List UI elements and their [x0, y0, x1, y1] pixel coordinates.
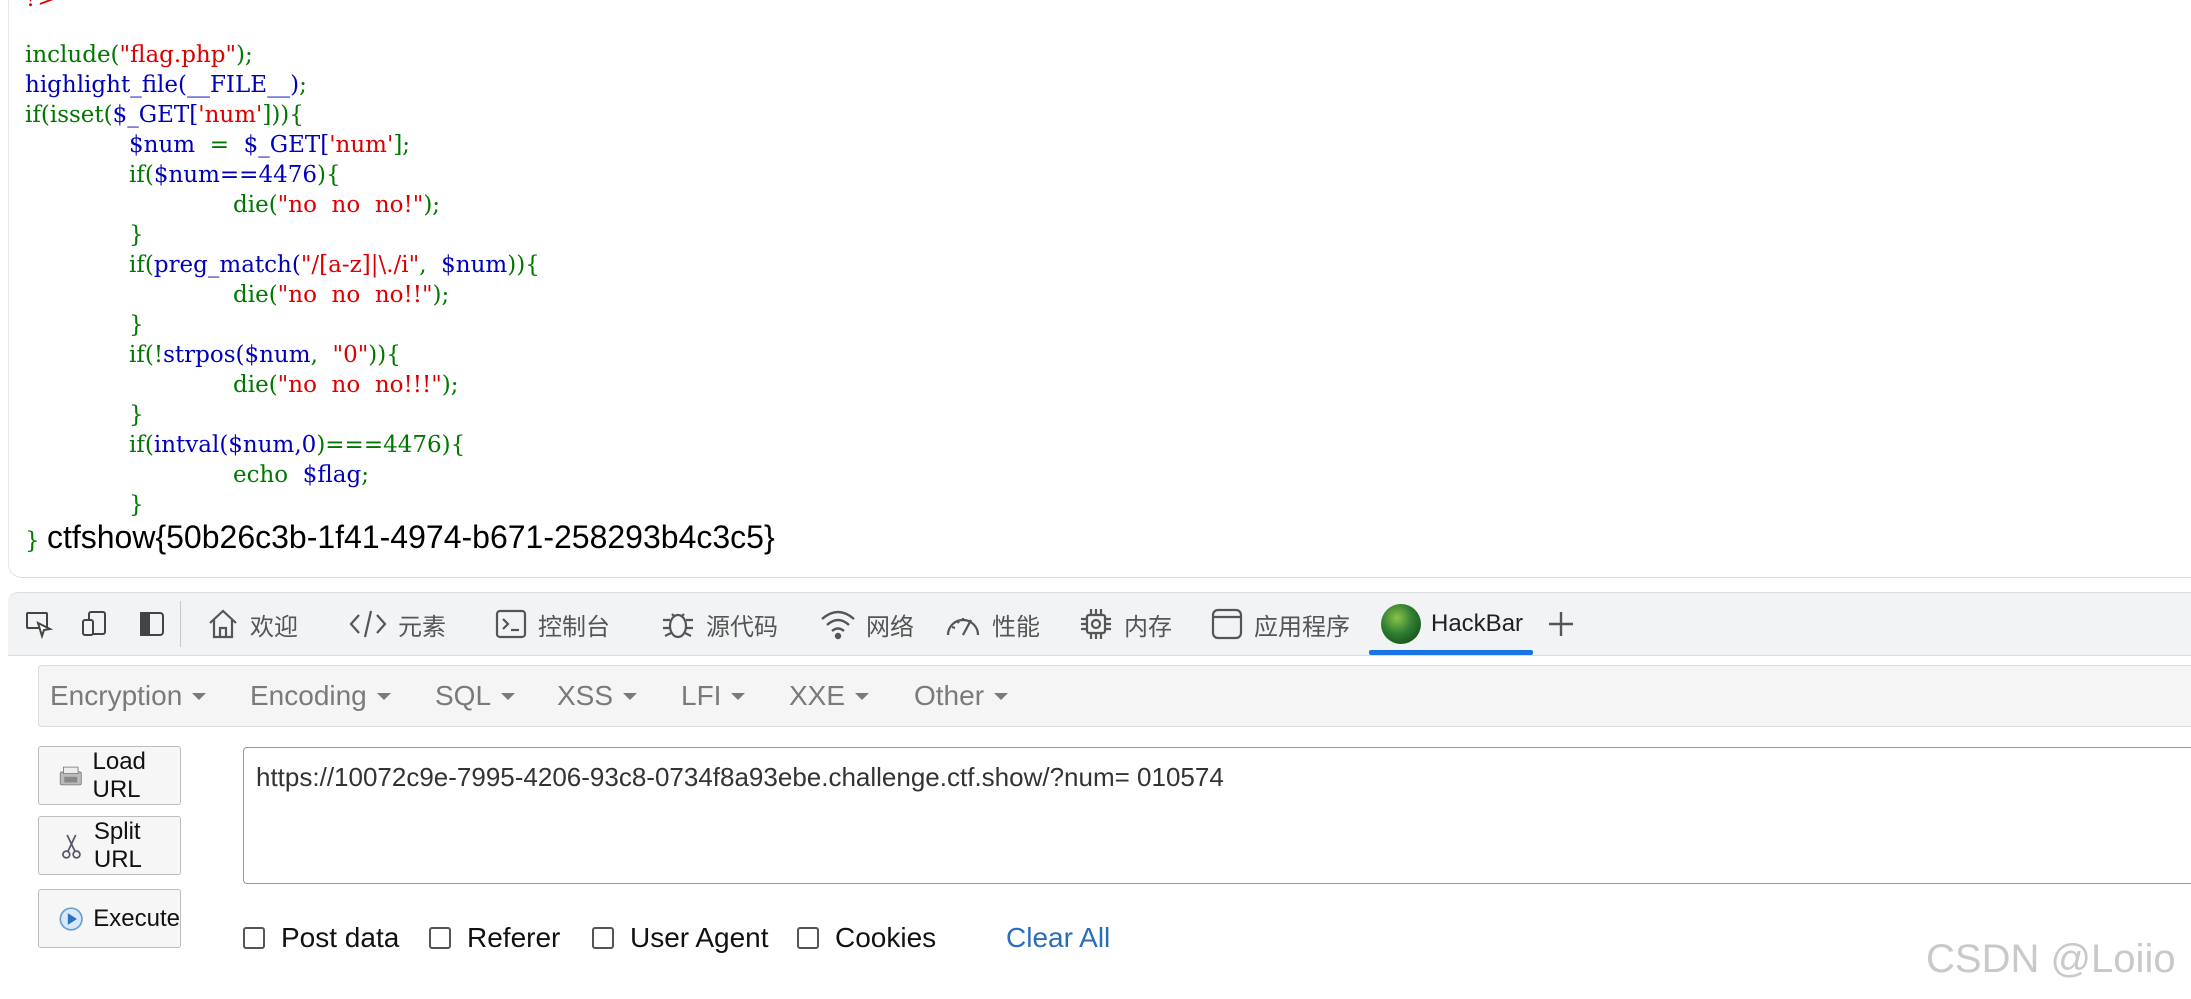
- tab-console[interactable]: 控制台: [494, 593, 610, 655]
- code-line: if(preg_match("/[a-z]|\./i", $num)){: [129, 252, 540, 278]
- hackbar-menu-bar: Encryption Encoding SQL XSS LFI XXE Othe…: [38, 665, 2191, 727]
- chevron-down-icon: [731, 692, 746, 700]
- code-line: echo $flag;: [233, 462, 369, 488]
- cookies-checkbox[interactable]: [797, 927, 819, 949]
- flag-output: ctfshow{50b26c3b-1f41-4974-b671-258293b4…: [46, 519, 775, 555]
- play-icon: [59, 906, 83, 931]
- code-line: ?>: [25, 0, 57, 14]
- code-line: if(isset($_GET['num'])){: [25, 102, 304, 128]
- code-line: die("no no no!!!");: [233, 372, 459, 398]
- menu-sql[interactable]: SQL: [435, 666, 516, 726]
- menu-xss[interactable]: XSS: [557, 666, 638, 726]
- code-line: }: [129, 492, 144, 518]
- add-tab-icon[interactable]: [1544, 607, 1578, 641]
- php-source-viewer: ?> include("flag.php"); highlight_file(_…: [8, 0, 2191, 578]
- menu-lfi[interactable]: LFI: [681, 666, 746, 726]
- tab-memory[interactable]: 内存: [1078, 593, 1172, 655]
- chip-icon: [1081, 609, 1111, 639]
- console-icon: [495, 609, 527, 639]
- code-line: }: [129, 312, 144, 338]
- tab-elements[interactable]: 元素: [348, 593, 446, 655]
- split-url-button[interactable]: Split URL: [38, 816, 181, 875]
- scissors-icon: [62, 834, 81, 859]
- referer-checkbox[interactable]: [429, 927, 451, 949]
- url-textarea[interactable]: https://10072c9e-7995-4206-93c8-0734f8a9…: [243, 747, 2191, 884]
- clear-all-link[interactable]: Clear All: [1006, 920, 1110, 956]
- execute-button[interactable]: Execute: [38, 889, 181, 948]
- code-line: die("no no no!!");: [233, 282, 450, 308]
- bug-icon: [663, 613, 693, 639]
- inspect-element-icon[interactable]: [22, 607, 56, 641]
- user-agent-option[interactable]: User Agent: [592, 920, 769, 956]
- referer-option[interactable]: Referer: [429, 920, 560, 956]
- wifi-icon: [821, 610, 855, 640]
- code-icon: [349, 610, 387, 638]
- tab-welcome[interactable]: 欢迎: [206, 593, 298, 655]
- chevron-down-icon: [994, 692, 1009, 700]
- post-data-option[interactable]: Post data: [243, 920, 399, 956]
- code-line: } ctfshow{50b26c3b-1f41-4974-b671-258293…: [25, 519, 775, 555]
- code-line: }: [129, 222, 144, 248]
- devtools-toolbar: 欢迎 元素 控制台 源代码 网络 性能 内存 应用程序 HackBar: [8, 592, 2191, 656]
- code-line: if(!strpos($num, "0")){: [129, 342, 401, 368]
- code-line: highlight_file(__FILE__);: [25, 72, 307, 98]
- tab-performance[interactable]: 性能: [944, 593, 1040, 655]
- gauge-icon: [946, 618, 980, 636]
- cookies-option[interactable]: Cookies: [797, 920, 936, 956]
- chevron-down-icon: [623, 692, 638, 700]
- user-agent-checkbox[interactable]: [592, 927, 614, 949]
- code-line: if(intval($num,0)===4476){: [129, 432, 466, 458]
- load-url-button[interactable]: Load URL: [38, 746, 181, 805]
- chevron-down-icon: [855, 692, 870, 700]
- device-emulation-icon[interactable]: [78, 607, 112, 641]
- app-window-icon: [1211, 608, 1243, 640]
- code-line: include("flag.php");: [25, 42, 253, 68]
- menu-encoding[interactable]: Encoding: [250, 666, 391, 726]
- chevron-down-icon: [192, 692, 207, 700]
- watermark: CSDN @Loiio: [1926, 937, 2176, 981]
- code-line: if($num==4476){: [129, 162, 341, 188]
- toolbar-divider: [180, 601, 181, 647]
- chevron-down-icon: [376, 692, 391, 700]
- tab-sources[interactable]: 源代码: [660, 593, 778, 655]
- tab-hackbar[interactable]: HackBar: [1369, 593, 1534, 655]
- dock-side-icon[interactable]: [135, 607, 169, 641]
- menu-encryption[interactable]: Encryption: [50, 666, 207, 726]
- tab-application[interactable]: 应用程序: [1210, 593, 1350, 655]
- load-url-icon: [59, 766, 82, 785]
- menu-xxe[interactable]: XXE: [789, 666, 870, 726]
- hackbar-logo-icon: [1381, 604, 1421, 644]
- post-data-checkbox[interactable]: [243, 927, 265, 949]
- code-line: $num = $_GET['num'];: [129, 132, 411, 158]
- menu-other[interactable]: Other: [914, 666, 1009, 726]
- home-icon: [209, 609, 237, 639]
- code-line: die("no no no!");: [233, 192, 441, 218]
- code-line: }: [129, 402, 144, 428]
- tab-network[interactable]: 网络: [820, 593, 914, 655]
- chevron-down-icon: [501, 692, 516, 700]
